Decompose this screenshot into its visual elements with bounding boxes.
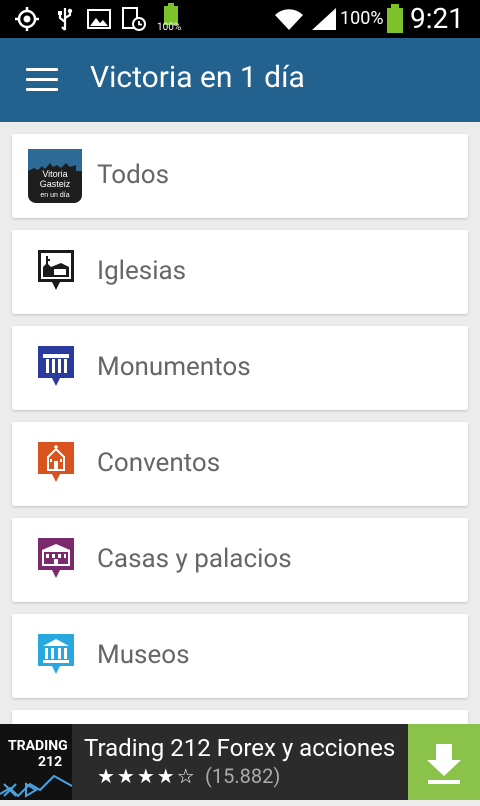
category-list: Vitoria Gasteiz en un día Todos Iglesias… — [12, 134, 468, 806]
menu-button[interactable] — [26, 68, 58, 92]
category-label: Monumentos — [97, 352, 251, 382]
museum-icon — [38, 634, 74, 674]
app-bar: Victoria en 1 día — [0, 38, 480, 122]
ad-rating-stars: ★★★★☆ — [97, 764, 197, 788]
status-bar: 100% 100% 9:21 — [0, 0, 480, 38]
category-label: Todos — [97, 160, 169, 190]
category-item-casas-y-palacios[interactable]: Casas y palacios — [12, 518, 468, 602]
gps-icon — [15, 7, 39, 31]
category-item-iglesias[interactable]: Iglesias — [12, 230, 468, 314]
menu-icon — [26, 68, 58, 71]
logo-text-line3: en un día — [40, 192, 69, 199]
ad-logo-text-1: TRADING — [8, 738, 68, 754]
battery-percent-text: 100% — [340, 8, 384, 29]
category-item-museos[interactable]: Museos — [12, 614, 468, 698]
logo-text-line1: Vitoria — [42, 169, 67, 179]
category-item-todos[interactable]: Vitoria Gasteiz en un día Todos — [12, 134, 468, 218]
adchoices-icon[interactable] — [2, 782, 42, 798]
category-label: Museos — [97, 640, 190, 670]
wifi-icon — [275, 9, 303, 31]
battery-small-text: 100% — [157, 22, 182, 33]
ad-logo-text-2: 212 — [38, 754, 63, 770]
category-label: Casas y palacios — [97, 544, 292, 574]
category-label: Conventos — [97, 448, 221, 478]
download-icon — [427, 744, 461, 784]
palace-icon — [38, 538, 74, 578]
image-icon — [87, 9, 111, 29]
category-item-conventos[interactable]: Conventos — [12, 422, 468, 506]
category-label: Iglesias — [97, 256, 187, 286]
usb-icon — [58, 8, 73, 31]
monument-icon — [38, 346, 74, 386]
ad-logo[interactable]: TRADING 212 — [0, 724, 72, 800]
ad-download-button[interactable] — [408, 724, 480, 800]
app-title: Victoria en 1 día — [90, 60, 305, 95]
ad-banner[interactable]: TRADING 212 Trading 212 Forex y acciones… — [0, 724, 480, 800]
clock: 9:21 — [410, 2, 464, 35]
logo-text-line2: Gasteiz — [40, 179, 71, 189]
screenshot-icon — [122, 7, 146, 31]
vitoria-gasteiz-logo-icon: Vitoria Gasteiz en un día — [28, 149, 82, 203]
church-icon — [38, 250, 74, 290]
category-item-monumentos[interactable]: Monumentos — [12, 326, 468, 410]
convent-icon — [38, 442, 74, 482]
battery-icon — [387, 4, 403, 33]
signal-icon — [312, 8, 336, 30]
ad-title[interactable]: Trading 212 Forex y acciones — [84, 734, 395, 762]
ad-review-count: (15.882) — [205, 764, 281, 788]
